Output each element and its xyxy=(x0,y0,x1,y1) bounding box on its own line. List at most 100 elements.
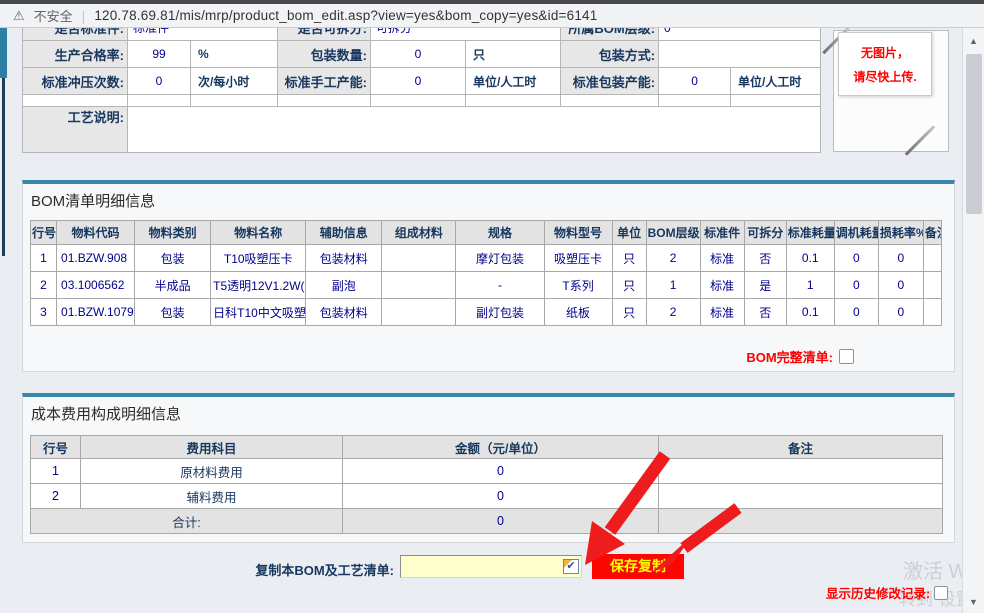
vertical-scrollbar[interactable]: ▲ ▼ xyxy=(962,28,984,613)
field-unit: 只 xyxy=(466,41,561,68)
process-note-value xyxy=(128,107,821,153)
column-header: 损耗率% xyxy=(878,221,923,245)
column-header: 物料代码 xyxy=(57,221,135,245)
product-image-frame: 无图片， 请尽快上传. xyxy=(833,30,949,152)
field-label: 工艺说明: xyxy=(23,107,128,153)
cell: 1 xyxy=(786,272,834,299)
cell: 01.BZW.1079 xyxy=(57,299,135,326)
cell xyxy=(923,245,941,272)
column-header: 调机耗量 xyxy=(834,221,878,245)
column-header: 标准件 xyxy=(700,221,744,245)
cell: 半成品 xyxy=(135,272,211,299)
column-header: 行号 xyxy=(31,221,57,245)
cell: 2 xyxy=(31,272,57,299)
cell: T5透明12V1.2W(2W xyxy=(211,272,306,299)
cell xyxy=(923,299,941,326)
cell: 0.1 xyxy=(786,299,834,326)
cell: 03.1006562 xyxy=(57,272,135,299)
cell: 辅料费用 xyxy=(81,484,343,509)
cell: 0 xyxy=(834,245,878,272)
no-image-line1: 无图片， xyxy=(839,44,931,61)
left-frame-border xyxy=(2,78,5,256)
field-unit: 次/每小时 xyxy=(191,68,278,95)
cost-panel-title: 成本费用构成明细信息 xyxy=(31,403,954,424)
bom-complete-label: BOM完整清单: xyxy=(746,347,833,366)
cost-detail-panel: 成本费用构成明细信息 行号 费用科目 金额（元/单位） 备注 1 原材料费用 0… xyxy=(22,393,955,543)
cell: 否 xyxy=(744,245,786,272)
field-unit: 单位/人工时 xyxy=(466,68,561,95)
picker-icon[interactable]: ✔ xyxy=(563,559,579,574)
field-value: 标准件 xyxy=(128,28,278,41)
save-copy-button[interactable]: 保存复制 xyxy=(592,554,684,579)
show-history-label: 显示历史修改记录: xyxy=(826,583,930,602)
cost-header-row: 行号 费用科目 金额（元/单位） 备注 xyxy=(31,436,943,459)
field-value: 可拆分 xyxy=(371,28,561,41)
cell: 只 xyxy=(612,245,646,272)
cell: 标准 xyxy=(700,272,744,299)
field-label: 标准手工产能: xyxy=(278,68,371,95)
column-header: 物料型号 xyxy=(544,221,612,245)
cell: T10吸塑压卡 xyxy=(211,245,306,272)
cell: 日科T10中文吸塑压卡 xyxy=(211,299,306,326)
cell: 副泡 xyxy=(306,272,382,299)
cell: 2 xyxy=(646,245,700,272)
bom-detail-panel: BOM清单明细信息 行号 物料代码 物料类别 物料名称 辅助信息 组成材料 规格… xyxy=(22,180,955,372)
cell: 标准 xyxy=(700,299,744,326)
cell: 标准 xyxy=(700,245,744,272)
scroll-down-icon[interactable]: ▼ xyxy=(963,597,984,607)
column-header: 标准耗量 xyxy=(786,221,834,245)
cell: 摩灯包装 xyxy=(456,245,544,272)
column-header: 规格 xyxy=(456,221,544,245)
scrollbar-thumb[interactable] xyxy=(966,54,982,214)
cell: 0 xyxy=(343,484,659,509)
field-label: 生产合格率: xyxy=(23,41,128,68)
column-header: 可拆分 xyxy=(744,221,786,245)
cell: 包装 xyxy=(135,299,211,326)
browser-address-bar[interactable]: ⚠ 不安全 | 120.78.69.81/mis/mrp/product_bom… xyxy=(0,4,984,28)
photo-corner-mark xyxy=(905,125,935,155)
cell: 3 xyxy=(31,299,57,326)
history-row: 显示历史修改记录: xyxy=(826,583,948,602)
no-image-line2: 请尽快上传. xyxy=(839,68,931,85)
field-label: 标准包装产能: xyxy=(561,68,659,95)
left-frame-scroll-thumb[interactable] xyxy=(0,28,7,78)
page-content: 是否标准件: 标准件 是否可拆分: 可拆分 所属BOM层级: 0 生产合格率: … xyxy=(0,28,984,613)
table-row: 1 原材料费用 0 xyxy=(31,459,943,484)
column-header: 金额（元/单位） xyxy=(343,436,659,459)
field-value: 0 xyxy=(371,41,466,68)
cell: 只 xyxy=(612,299,646,326)
table-row: 2 03.1006562 半成品 T5透明12V1.2W(2W 副泡 - T系列… xyxy=(31,272,942,299)
column-header: 物料名称 xyxy=(211,221,306,245)
bom-complete-checkbox[interactable] xyxy=(839,349,854,364)
cost-table: 行号 费用科目 金额（元/单位） 备注 1 原材料费用 0 2 辅料费用 0 合… xyxy=(30,435,943,534)
page-url[interactable]: 120.78.69.81/mis/mrp/product_bom_edit.as… xyxy=(94,8,597,23)
total-value: 0 xyxy=(343,509,659,534)
copy-bom-label: 复制本BOM及工艺清单: xyxy=(0,560,394,579)
column-header: 备注 xyxy=(659,436,943,459)
field-label: 包装数量: xyxy=(278,41,371,68)
cell: 副灯包装 xyxy=(456,299,544,326)
table-row: 2 辅料费用 0 xyxy=(31,484,943,509)
field-unit: 单位/人工时 xyxy=(731,68,821,95)
column-header: 物料类别 xyxy=(135,221,211,245)
cell: 是 xyxy=(744,272,786,299)
cell: 纸板 xyxy=(544,299,612,326)
column-header: BOM层级 xyxy=(646,221,700,245)
cell: 包装 xyxy=(135,245,211,272)
column-header: 备注 xyxy=(923,221,941,245)
copy-bom-input[interactable] xyxy=(400,555,582,578)
cell: 1 xyxy=(31,245,57,272)
cell: 包装材料 xyxy=(306,299,382,326)
column-header: 组成材料 xyxy=(382,221,456,245)
cell: 1 xyxy=(646,272,700,299)
cell: 否 xyxy=(744,299,786,326)
table-row: 1 01.BZW.908 包装 T10吸塑压卡 包装材料 摩灯包装 吸塑压卡 只… xyxy=(31,245,942,272)
cell xyxy=(659,484,943,509)
scroll-up-icon[interactable]: ▲ xyxy=(963,36,984,46)
activate-watermark-line1: 激活 W xyxy=(903,555,967,584)
field-value: 0 xyxy=(371,68,466,95)
cell: 只 xyxy=(612,272,646,299)
field-label: 包装方式: xyxy=(561,41,659,68)
bom-header-row: 行号 物料代码 物料类别 物料名称 辅助信息 组成材料 规格 物料型号 单位 B… xyxy=(31,221,942,245)
show-history-checkbox[interactable] xyxy=(934,586,948,600)
